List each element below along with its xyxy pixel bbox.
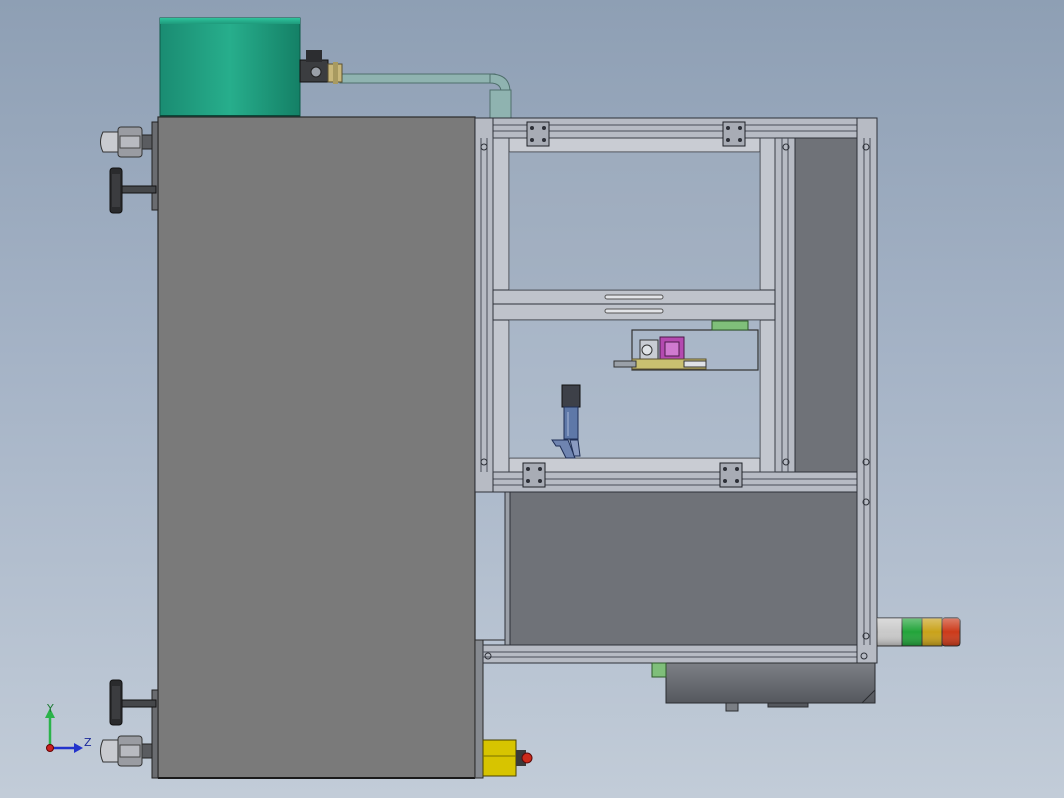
leveling-foot-top xyxy=(109,167,157,214)
machine-side-view: Y Z xyxy=(45,17,961,779)
lower-window xyxy=(509,320,760,458)
lower-enclosure xyxy=(504,491,858,646)
y-axis-label: Y xyxy=(46,702,54,715)
leveling-foot-bottom xyxy=(109,679,157,726)
axis-triad: Y Z xyxy=(45,702,92,753)
water-tank xyxy=(159,17,301,119)
caster-wheel-top xyxy=(100,126,153,158)
pipe-assembly xyxy=(339,73,512,119)
emergency-button-box xyxy=(482,739,533,777)
x-axis-dot xyxy=(46,744,54,752)
cad-viewport[interactable]: Y Z xyxy=(0,0,1064,798)
upper-window xyxy=(509,152,760,290)
stack-light xyxy=(876,617,961,647)
control-box xyxy=(651,662,876,712)
main-cabinet xyxy=(151,116,476,779)
z-axis-label: Z xyxy=(84,736,92,749)
valve xyxy=(299,50,343,84)
caster-wheel-bottom xyxy=(100,735,153,767)
